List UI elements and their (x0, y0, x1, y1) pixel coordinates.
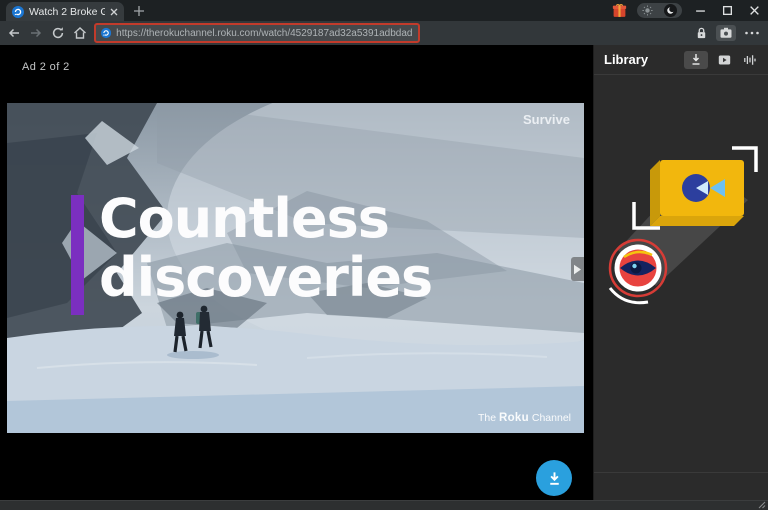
headline-accent-bar (71, 195, 84, 315)
url-text: https://therokuchannel.roku.com/watch/45… (116, 28, 413, 39)
ad-counter: Ad 2 of 2 (22, 61, 70, 73)
headline-line-2: discoveries (99, 248, 432, 307)
video-tab-icon (718, 54, 731, 66)
back-icon (7, 26, 21, 40)
download-button[interactable] (536, 460, 572, 496)
theme-toggle[interactable] (637, 3, 682, 18)
audio-tab-icon (743, 54, 756, 66)
expand-arrow-icon (574, 264, 581, 275)
camera-icon (719, 27, 733, 39)
camera-button[interactable] (716, 25, 736, 41)
app-window: Watch 2 Broke Girls - (0, 0, 768, 510)
sun-icon (642, 5, 653, 16)
address-bar[interactable]: https://therokuchannel.roku.com/watch/45… (94, 23, 420, 43)
lock-button[interactable] (695, 26, 708, 40)
minimize-icon (695, 5, 706, 16)
library-tab-video[interactable] (715, 51, 733, 69)
back-button[interactable] (7, 26, 21, 40)
home-button[interactable] (73, 26, 87, 40)
forward-icon (29, 26, 43, 40)
library-tab-audio[interactable] (740, 51, 758, 69)
browser-toolbar: https://therokuchannel.roku.com/watch/45… (0, 21, 768, 45)
video-frame[interactable]: Survive Countless discoveries The Roku C… (7, 103, 584, 433)
new-tab-button[interactable] (132, 4, 146, 18)
library-list-divider (594, 472, 768, 473)
minimize-button[interactable] (691, 2, 709, 20)
maximize-button[interactable] (718, 2, 736, 20)
status-bar (0, 500, 768, 510)
expand-panel-handle[interactable] (571, 257, 584, 281)
browser-tab[interactable]: Watch 2 Broke Girls - (6, 2, 124, 21)
site-favicon-icon (101, 27, 111, 39)
tab-title: Watch 2 Broke Girls - (29, 6, 105, 18)
title-bar: Watch 2 Broke Girls - (0, 0, 768, 21)
close-button[interactable] (745, 2, 763, 20)
maximize-icon (722, 5, 733, 16)
tab-favicon-icon (12, 6, 24, 18)
roku-channel-logo: The Roku Channel (478, 412, 571, 424)
brand-suffix: Channel (532, 412, 571, 424)
show-badge: Survive (523, 112, 570, 127)
brand-name: Roku (499, 412, 529, 424)
ellipsis-icon (744, 30, 760, 36)
gift-icon (612, 3, 627, 18)
gift-button[interactable] (610, 2, 628, 20)
home-icon (73, 26, 87, 40)
download-icon (546, 470, 563, 487)
lock-icon (695, 26, 708, 40)
headline-line-1: Countless (99, 189, 432, 248)
library-panel: Library (593, 45, 768, 500)
plus-icon (133, 5, 145, 17)
download-tab-icon (690, 53, 702, 66)
library-title: Library (604, 52, 648, 67)
tab-close-icon[interactable] (110, 8, 118, 16)
video-player-area: Ad 2 of 2 (0, 45, 593, 500)
refresh-icon (51, 26, 65, 40)
close-icon (749, 5, 760, 16)
moon-icon (666, 6, 675, 15)
resize-grip-icon[interactable] (758, 501, 766, 509)
library-header: Library (594, 45, 768, 75)
refresh-button[interactable] (51, 26, 65, 40)
empty-library-illustration (598, 140, 766, 310)
forward-button[interactable] (29, 26, 43, 40)
ad-headline: Countless discoveries (71, 189, 432, 315)
brand-prefix: The (478, 412, 496, 424)
library-tab-downloads[interactable] (684, 51, 708, 69)
more-button[interactable] (744, 30, 760, 36)
